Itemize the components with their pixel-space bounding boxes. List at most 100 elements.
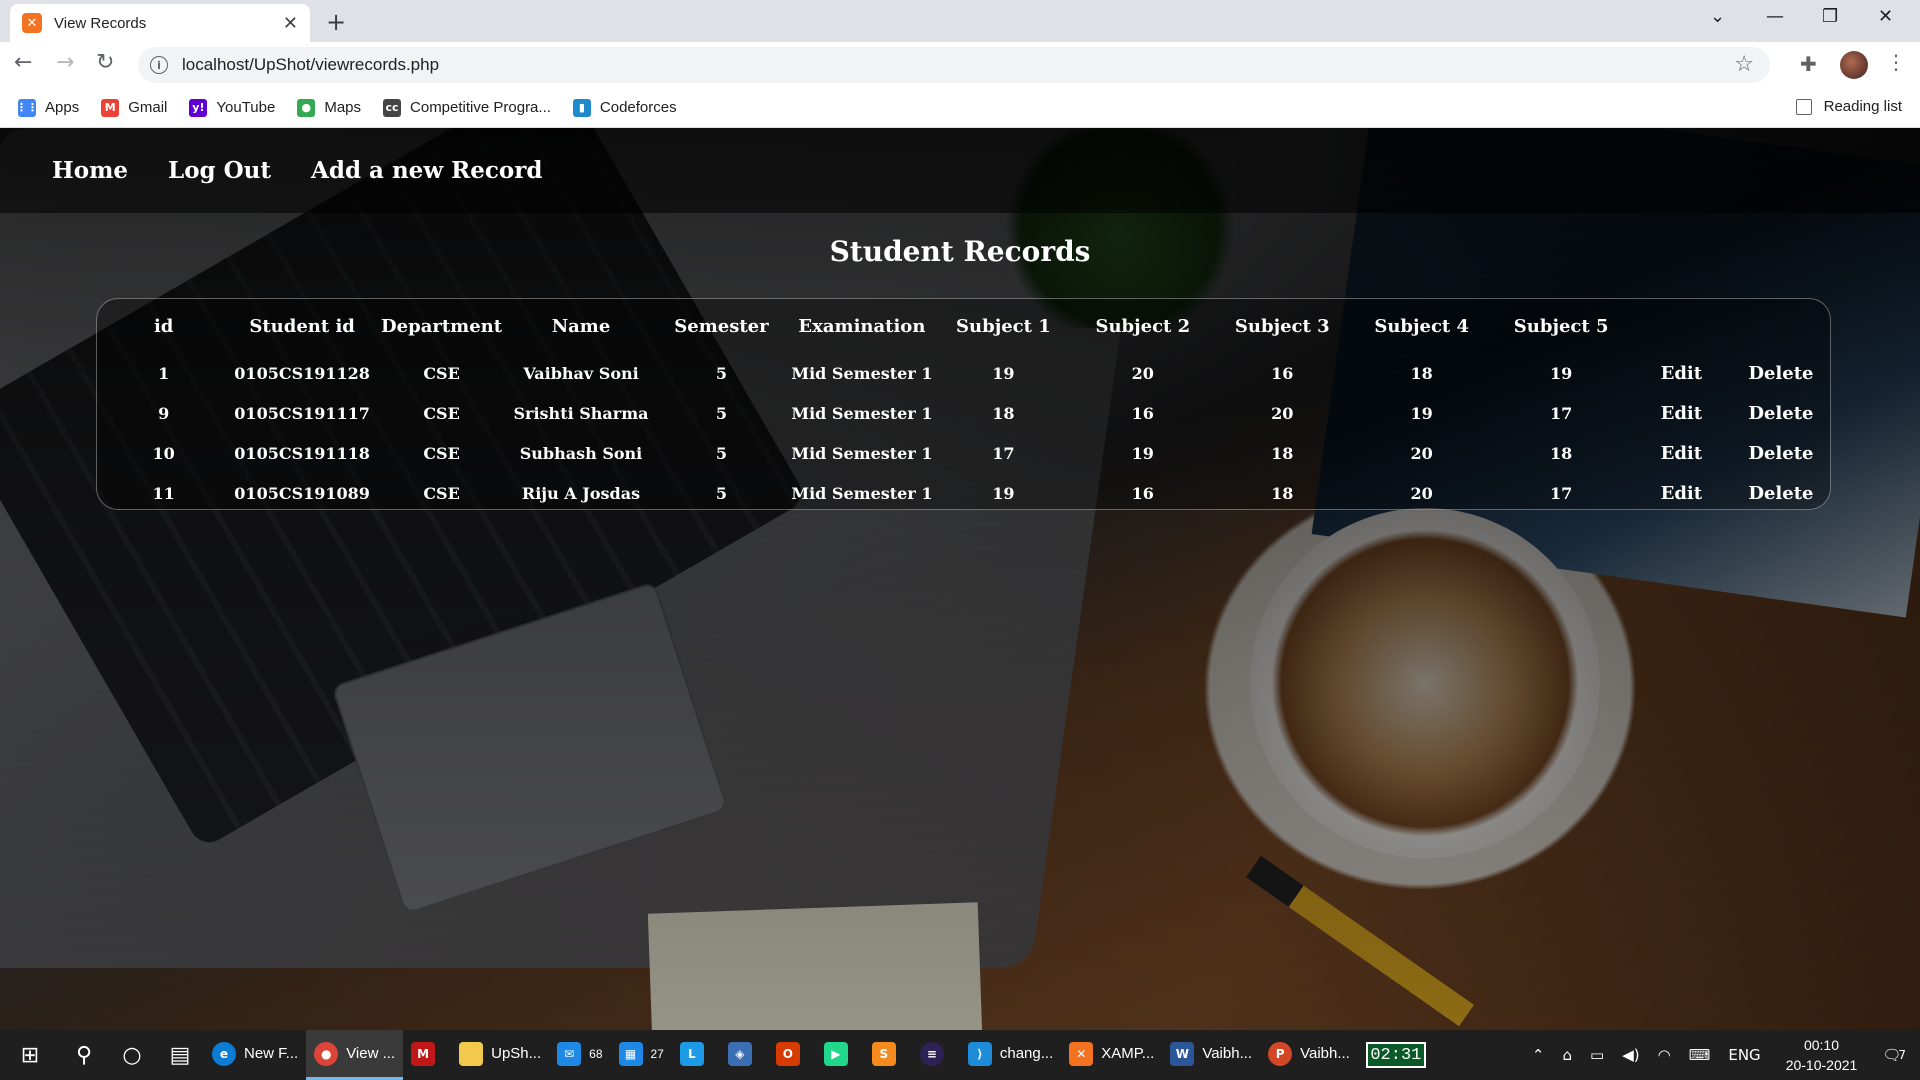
cell-subject-1: 18 <box>992 403 1015 423</box>
taskbar-app-label: New F... <box>244 1045 299 1062</box>
edit-link[interactable]: Edit <box>1631 353 1732 393</box>
cell-student-id: 0105CS191117 <box>234 403 370 423</box>
header-id: id <box>153 315 174 337</box>
reload-icon[interactable]: ↻ <box>96 50 114 75</box>
delete-link[interactable]: Delete <box>1732 393 1830 433</box>
bookmark-maps[interactable]: ● Maps <box>297 98 362 117</box>
restore-icon[interactable]: ❐ <box>1822 6 1838 27</box>
taskbar-app-mail[interactable]: ✉ 68 <box>549 1030 610 1080</box>
cell-id: 11 <box>152 483 175 503</box>
browser-tabstrip: ✕ View Records ✕ + ⌄ — ❐ ✕ <box>0 0 1920 42</box>
battery-icon[interactable]: ▭ <box>1590 1046 1604 1064</box>
taskbar-app-eclipse[interactable]: ≡ <box>912 1030 960 1080</box>
site-navbar: Home Log Out Add a new Record <box>0 128 1920 213</box>
taskbar-app-edge[interactable]: e New F... <box>204 1030 306 1080</box>
cell-subject-3: 20 <box>1271 403 1294 423</box>
wifi-icon[interactable]: ◠ <box>1658 1046 1671 1064</box>
tab-search-chevron-icon[interactable]: ⌄ <box>1710 6 1725 27</box>
reading-list[interactable]: Reading list <box>1795 98 1902 115</box>
clock-time: 00:10 <box>1803 1037 1840 1053</box>
cell-subject-4: 18 <box>1410 363 1433 383</box>
clock[interactable]: 00:10 20-10-2021 <box>1786 1035 1858 1075</box>
taskbar-app-powerpoint[interactable]: P Vaibh... <box>1260 1030 1358 1080</box>
nav-home-link[interactable]: Home <box>52 157 128 184</box>
windows-taskbar: ⊞ ⚲ ○ ▤ e New F... ● View ... M UpSh... … <box>0 1030 1920 1080</box>
cell-subject-2: 16 <box>1131 403 1154 423</box>
vscode-icon: ⟩ <box>967 1041 992 1066</box>
bookmark-gmail[interactable]: M Gmail <box>101 98 167 117</box>
bookmark-competitive-programming[interactable]: cc Competitive Progra... <box>383 98 551 117</box>
taskbar-app-label: Vaibh... <box>1300 1045 1350 1062</box>
task-view-icon[interactable]: ▤ <box>156 1030 204 1080</box>
extensions-puzzle-icon[interactable]: ✚ <box>1800 52 1817 76</box>
bookmark-label: Competitive Progra... <box>410 99 551 116</box>
table-row: 10 0105CS191118 CSE Subhash Soni 5 Mid S… <box>97 433 1830 473</box>
mcafee-icon: M <box>411 1041 436 1066</box>
tab-close-icon[interactable]: ✕ <box>283 13 298 34</box>
bookmark-star-icon[interactable]: ☆ <box>1734 52 1754 77</box>
word-icon: W <box>1170 1041 1195 1066</box>
office-icon: O <box>775 1041 800 1066</box>
browser-menu-icon[interactable]: ⋮ <box>1886 50 1906 74</box>
address-bar[interactable]: i localhost/UpShot/viewrecords.php ☆ <box>138 47 1770 83</box>
bookmark-youtube[interactable]: y! YouTube <box>189 98 275 117</box>
search-icon[interactable]: ⚲ <box>60 1030 108 1080</box>
tray-device-icon[interactable]: ⌂ <box>1563 1046 1573 1064</box>
site-info-icon[interactable]: i <box>150 56 168 74</box>
taskbar-app-pycharm[interactable]: ▶ <box>816 1030 864 1080</box>
tray-chevron-up-icon[interactable]: ⌃ <box>1532 1046 1545 1064</box>
close-window-icon[interactable]: ✕ <box>1878 6 1893 27</box>
new-tab-icon[interactable]: + <box>326 8 346 36</box>
codeforces-icon: ▮ <box>572 98 591 117</box>
header-edit <box>1631 299 1732 353</box>
clock-date: 20-10-2021 <box>1785 1057 1858 1073</box>
delete-link[interactable]: Delete <box>1732 433 1830 473</box>
taskbar-app-office[interactable]: O <box>768 1030 816 1080</box>
nav-logout-link[interactable]: Log Out <box>168 157 271 184</box>
taskbar-app-chrome[interactable]: ● View ... <box>306 1030 404 1080</box>
taskbar-app-explorer[interactable]: UpSh... <box>451 1030 549 1080</box>
timer-widget[interactable]: 02:31 <box>1365 1042 1426 1068</box>
bookmark-apps[interactable]: ⋮⋮ Apps <box>16 98 79 117</box>
edit-link[interactable]: Edit <box>1631 393 1732 433</box>
cell-name: Subhash Soni <box>519 443 643 463</box>
cortana-icon[interactable]: ○ <box>108 1030 156 1080</box>
header-subject-3: Subject 3 <box>1234 315 1330 337</box>
volume-icon[interactable]: ◀) <box>1622 1046 1639 1064</box>
bookmark-codeforces[interactable]: ▮ Codeforces <box>572 98 677 117</box>
cell-id: 9 <box>158 403 170 423</box>
taskbar-app-virtualbox[interactable]: ◈ <box>720 1030 768 1080</box>
taskbar-app-l[interactable]: L <box>672 1030 720 1080</box>
header-student-id: Student id <box>249 315 355 337</box>
l-app-icon: L <box>679 1041 704 1066</box>
system-tray: ⌃ ⌂ ▭ ◀) ◠ ⌨ ENG 00:10 20-10-2021 🗨 7 <box>1523 1030 1920 1080</box>
language-indicator[interactable]: ENG <box>1728 1046 1760 1064</box>
header-department: Department <box>381 315 503 337</box>
browser-tab[interactable]: ✕ View Records ✕ <box>10 4 310 42</box>
forward-arrow-icon[interactable]: → <box>56 50 74 75</box>
edge-icon: e <box>212 1041 236 1066</box>
delete-link[interactable]: Delete <box>1732 473 1830 513</box>
cell-subject-1: 19 <box>992 363 1015 383</box>
edit-link[interactable]: Edit <box>1631 473 1732 513</box>
cell-student-id: 0105CS191089 <box>234 483 370 503</box>
cell-subject-3: 18 <box>1271 483 1294 503</box>
taskbar-app-xampp[interactable]: ✕ XAMP... <box>1061 1030 1162 1080</box>
taskbar-app-mcafee[interactable]: M <box>403 1030 451 1080</box>
minimize-icon[interactable]: — <box>1766 6 1784 27</box>
keyboard-icon[interactable]: ⌨ <box>1689 1046 1711 1064</box>
cell-id: 10 <box>152 443 175 463</box>
cell-id: 1 <box>158 363 170 383</box>
windows-start-icon[interactable]: ⊞ <box>0 1030 60 1080</box>
delete-link[interactable]: Delete <box>1732 353 1830 393</box>
taskbar-app-word[interactable]: W Vaibh... <box>1162 1030 1260 1080</box>
taskbar-app-calendar[interactable]: ▦ 27 <box>611 1030 672 1080</box>
url-text[interactable]: localhost/UpShot/viewrecords.php <box>182 55 439 75</box>
nav-add-record-link[interactable]: Add a new Record <box>311 157 542 184</box>
taskbar-app-vscode[interactable]: ⟩ chang... <box>960 1030 1061 1080</box>
bookmark-label: Maps <box>324 99 362 116</box>
taskbar-app-sublime[interactable]: S <box>864 1030 912 1080</box>
back-arrow-icon[interactable]: ← <box>14 50 32 75</box>
edit-link[interactable]: Edit <box>1631 433 1732 473</box>
profile-avatar[interactable] <box>1840 51 1868 79</box>
